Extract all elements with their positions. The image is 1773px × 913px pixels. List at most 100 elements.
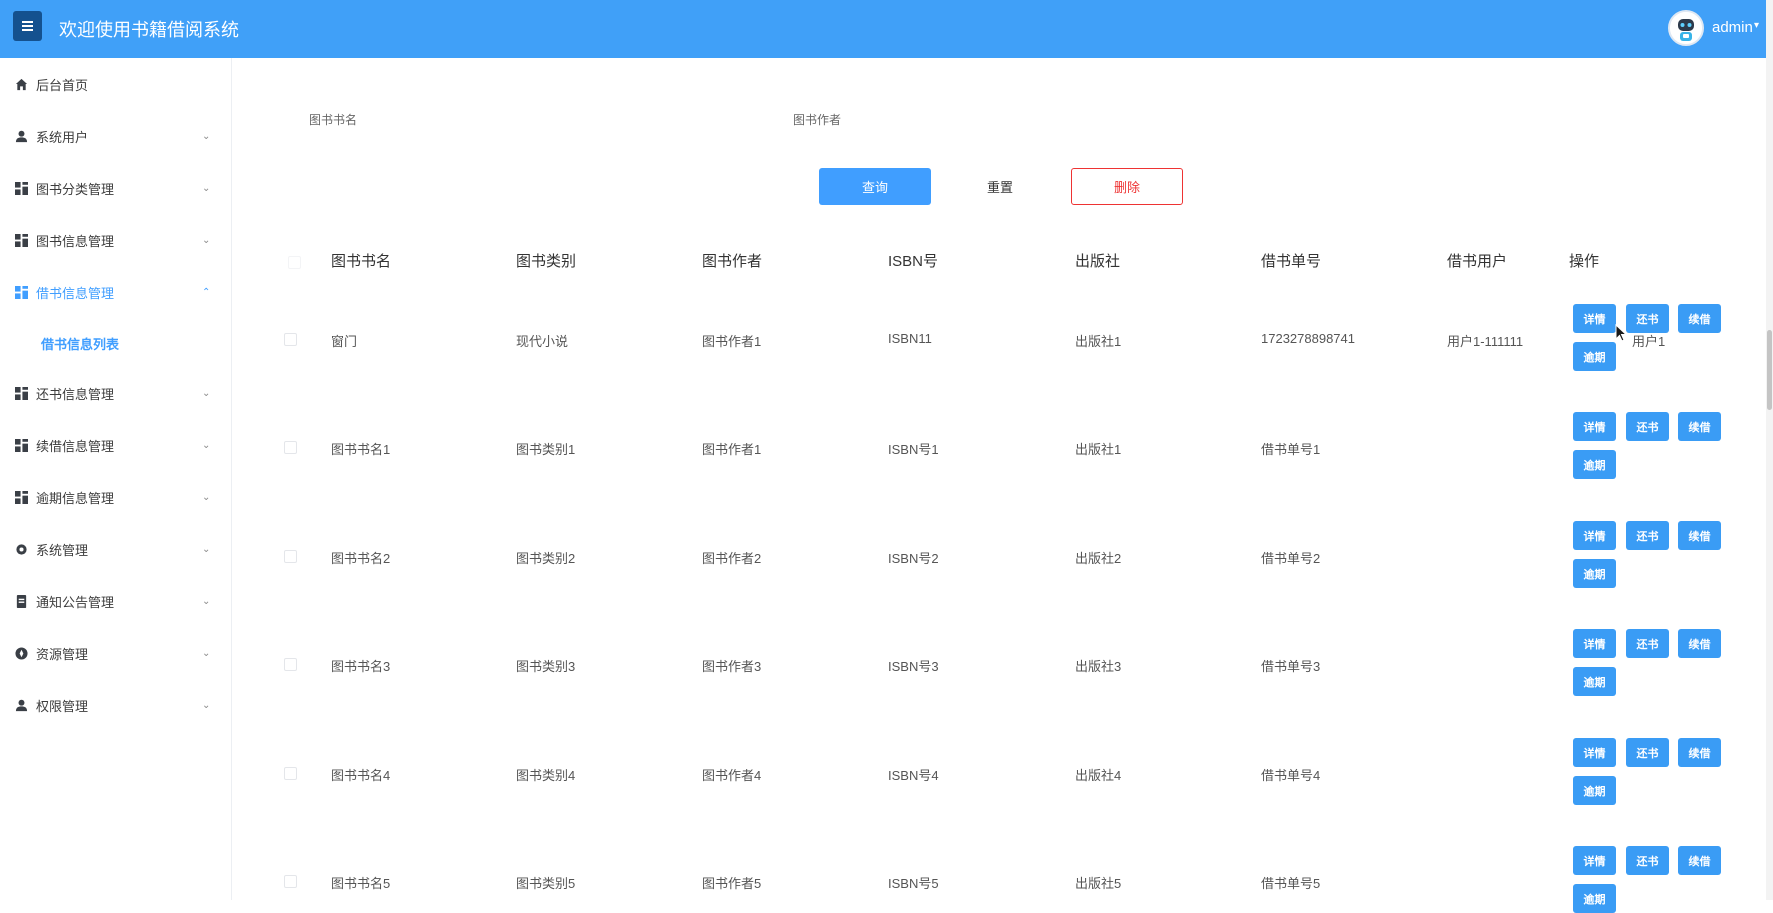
cell-book-name: 图书书名2 <box>331 551 391 566</box>
row-checkbox[interactable] <box>284 658 297 671</box>
sidebar-subitem-label: 借书信息列表 <box>41 336 120 352</box>
cell-author: 图书作者1 <box>702 334 762 349</box>
column-header-borrow-user: 借书用户 <box>1447 253 1508 270</box>
cell-borrow-no: 借书单号4 <box>1261 768 1321 783</box>
overdue-button[interactable]: 逾期 <box>1573 884 1616 913</box>
sidebar-item-label: 权限管理 <box>36 698 89 714</box>
sidebar-item-system-users[interactable]: 系统用户 ⌄ <box>0 110 232 162</box>
cell-borrow-no: 借书单号1 <box>1261 442 1321 457</box>
cell-isbn: ISBN号5 <box>888 876 939 891</box>
overdue-button[interactable]: 逾期 <box>1573 667 1616 696</box>
sidebar-item-label: 借书信息管理 <box>36 285 115 301</box>
detail-button[interactable]: 详情 <box>1573 304 1616 333</box>
sidebar-item-renew-info[interactable]: 续借信息管理 ⌄ <box>0 419 232 471</box>
cell-category: 图书类别4 <box>516 768 576 783</box>
sidebar-item-category[interactable]: 图书分类管理 ⌄ <box>0 162 232 214</box>
overdue-button[interactable]: 逾期 <box>1573 559 1616 588</box>
row-checkbox[interactable] <box>284 550 297 563</box>
overdue-button[interactable]: 逾期 <box>1573 450 1616 479</box>
book-name-filter-label[interactable]: 图书书名 <box>309 111 357 128</box>
sidebar-item-book-info[interactable]: 图书信息管理 ⌄ <box>0 214 232 266</box>
scrollbar-track[interactable] <box>1766 0 1773 900</box>
sidebar-item-label: 后台首页 <box>36 77 89 93</box>
row-checkbox[interactable] <box>284 875 297 888</box>
avatar[interactable] <box>1668 10 1704 46</box>
detail-button[interactable]: 详情 <box>1573 738 1616 767</box>
delete-button[interactable]: 删除 <box>1071 168 1183 205</box>
cell-isbn: ISBN号3 <box>888 659 939 674</box>
sidebar-item-permission[interactable]: 权限管理 ⌄ <box>0 679 232 731</box>
sidebar-item-home[interactable]: 后台首页 <box>0 58 232 110</box>
hamburger-icon[interactable] <box>13 11 42 41</box>
reset-button[interactable]: 重置 <box>944 168 1056 205</box>
cell-category: 图书类别1 <box>516 442 576 457</box>
overdue-button[interactable]: 逾期 <box>1573 342 1616 371</box>
row-checkbox[interactable] <box>284 767 297 780</box>
sidebar-item-borrow-info[interactable]: 借书信息管理 ⌃ <box>0 266 232 318</box>
column-header-borrow-no: 借书单号 <box>1261 253 1322 270</box>
chevron-up-icon: ⌃ <box>202 286 211 298</box>
cell-author: 图书作者5 <box>702 876 762 891</box>
sidebar-subitem-borrow-list[interactable]: 借书信息列表 <box>0 319 232 367</box>
column-header-author: 图书作者 <box>702 253 763 270</box>
cell-category: 现代小说 <box>516 334 569 349</box>
cell-author: 图书作者3 <box>702 659 762 674</box>
sidebar-item-resource[interactable]: 资源管理 ⌄ <box>0 627 232 679</box>
grid-icon <box>14 285 28 299</box>
mouse-cursor-icon <box>1615 324 1628 342</box>
renew-button[interactable]: 续借 <box>1678 846 1721 875</box>
return-button[interactable]: 还书 <box>1626 738 1669 767</box>
chevron-down-icon[interactable]: ▾ <box>1754 20 1759 31</box>
cell-overflow-user: 用户1 <box>1632 334 1666 349</box>
renew-button[interactable]: 续借 <box>1678 304 1721 333</box>
chevron-down-icon: ⌄ <box>202 387 211 399</box>
return-button[interactable]: 还书 <box>1626 629 1669 658</box>
select-all-checkbox[interactable] <box>288 256 301 269</box>
sidebar-item-system-manage[interactable]: 系统管理 ⌄ <box>0 523 232 575</box>
detail-button[interactable]: 详情 <box>1573 629 1616 658</box>
sidebar-item-label: 还书信息管理 <box>36 386 115 402</box>
cell-author: 图书作者1 <box>702 442 762 457</box>
renew-button[interactable]: 续借 <box>1678 521 1721 550</box>
document-icon <box>14 594 28 608</box>
chevron-down-icon: ⌄ <box>202 491 211 503</box>
sidebar-item-notice[interactable]: 通知公告管理 ⌄ <box>0 575 232 627</box>
scrollbar-thumb[interactable] <box>1767 330 1772 410</box>
sidebar-item-return-info[interactable]: 还书信息管理 ⌄ <box>0 367 232 419</box>
overdue-button[interactable]: 逾期 <box>1573 776 1616 805</box>
row-checkbox[interactable] <box>284 441 297 454</box>
chevron-down-icon: ⌄ <box>202 543 211 555</box>
renew-button[interactable]: 续借 <box>1678 629 1721 658</box>
cell-category: 图书类别3 <box>516 659 576 674</box>
detail-button[interactable]: 详情 <box>1573 412 1616 441</box>
return-button[interactable]: 还书 <box>1626 304 1669 333</box>
row-checkbox[interactable] <box>284 333 297 346</box>
return-button[interactable]: 还书 <box>1626 521 1669 550</box>
cell-category: 图书类别2 <box>516 551 576 566</box>
sidebar-item-label: 续借信息管理 <box>36 438 115 454</box>
sidebar-item-label: 资源管理 <box>36 646 89 662</box>
sidebar-item-label: 系统管理 <box>36 542 89 558</box>
cell-publisher: 出版社2 <box>1075 551 1122 566</box>
author-filter-label[interactable]: 图书作者 <box>793 111 841 128</box>
sidebar-item-label: 通知公告管理 <box>36 594 115 610</box>
grid-icon <box>14 386 28 400</box>
user-name[interactable]: admin <box>1712 19 1753 36</box>
column-header-actions: 操作 <box>1569 253 1600 270</box>
renew-button[interactable]: 续借 <box>1678 738 1721 767</box>
cell-author: 图书作者2 <box>702 551 762 566</box>
detail-button[interactable]: 详情 <box>1573 846 1616 875</box>
detail-button[interactable]: 详情 <box>1573 521 1616 550</box>
sidebar-item-overdue-info[interactable]: 逾期信息管理 ⌄ <box>0 471 232 523</box>
cell-publisher: 出版社5 <box>1075 876 1122 891</box>
grid-icon <box>14 181 28 195</box>
grid-icon <box>14 490 28 504</box>
cell-publisher: 出版社1 <box>1075 442 1122 457</box>
return-button[interactable]: 还书 <box>1626 412 1669 441</box>
cell-book-name: 图书书名1 <box>331 442 391 457</box>
column-header-book-name: 图书书名 <box>331 253 392 270</box>
renew-button[interactable]: 续借 <box>1678 412 1721 441</box>
return-button[interactable]: 还书 <box>1626 846 1669 875</box>
column-header-publisher: 出版社 <box>1075 253 1121 270</box>
query-button[interactable]: 查询 <box>819 168 931 205</box>
